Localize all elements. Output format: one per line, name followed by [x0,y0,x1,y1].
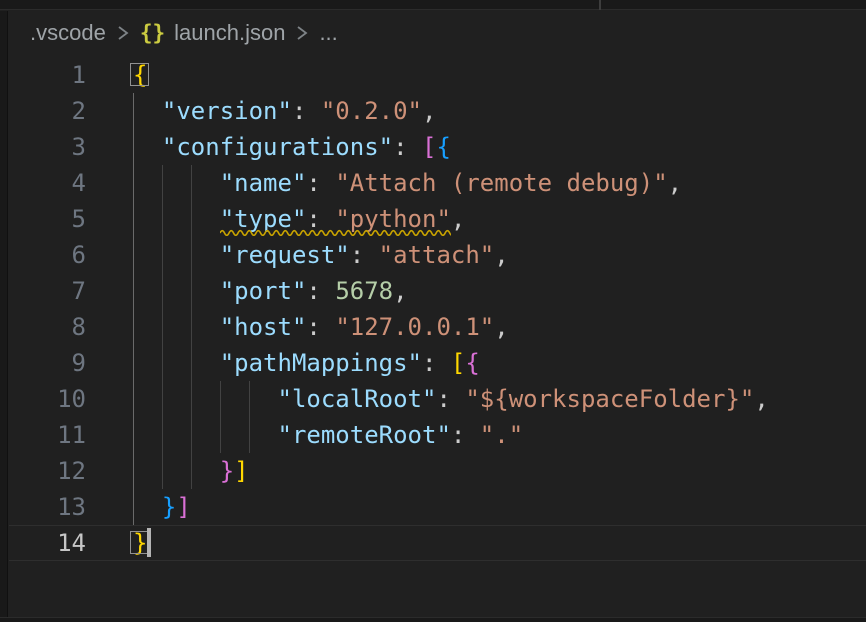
indent-guide [133,345,134,381]
code-text: "name": "Attach (remote debug)", [133,169,682,197]
code-line-7[interactable]: 7 "port": 5678, [9,273,866,309]
code-line-4[interactable]: 4 "name": "Attach (remote debug)", [9,165,866,201]
code-line-6[interactable]: 6 "request": "attach", [9,237,866,273]
indent-guide [162,237,163,273]
code-line-1[interactable]: 1{ [9,57,866,93]
panel-border [0,617,866,622]
code-text: "version": "0.2.0", [133,97,436,125]
indent-guide [191,309,192,345]
line-number: 5 [9,201,86,237]
indent-guide [133,93,134,129]
bracket-match-highlight: } [133,529,147,557]
indent-guide [133,201,134,237]
editor-area: .vscode {} launch.json ... 1{2 "version"… [9,11,866,617]
indent-guide [191,201,192,237]
indent-guide [133,417,134,453]
indent-guide [162,201,163,237]
breadcrumb-item-symbol-more[interactable]: ... [319,20,337,46]
indent-guide [133,129,134,165]
indent-guide [133,273,134,309]
indent-guide [133,165,134,201]
code-line-9[interactable]: 9 "pathMappings": [{ [9,345,866,381]
indent-guide [191,417,192,453]
chevron-right-icon [115,24,131,42]
indent-guide [191,345,192,381]
line-number: 12 [9,453,86,489]
indent-guide [162,345,163,381]
code-text: "request": "attach", [133,241,509,269]
code-text: }] [133,493,191,521]
bracket-match-highlight: { [133,61,147,89]
indent-guide [162,417,163,453]
breadcrumb-item-folder[interactable]: .vscode [30,20,106,46]
indent-guide [162,309,163,345]
line-number: 4 [9,165,86,201]
indent-guide [191,381,192,417]
code-text: { [133,61,147,89]
code-text: "pathMappings": [{ [133,349,480,377]
code-line-11[interactable]: 11 "remoteRoot": "." [9,417,866,453]
indent-guide [220,381,221,417]
indent-guide [162,165,163,201]
line-number: 9 [9,345,86,381]
code-text: "port": 5678, [133,277,408,305]
line-number: 3 [9,129,86,165]
chevron-right-icon [294,24,310,42]
code-text: } [133,529,147,557]
line-number: 11 [9,417,86,453]
line-number: 6 [9,237,86,273]
breadcrumb: .vscode {} launch.json ... [9,11,866,55]
code-line-2[interactable]: 2 "version": "0.2.0", [9,93,866,129]
line-number: 2 [9,93,86,129]
indent-guide [133,489,134,525]
vscode-window: .vscode {} launch.json ... 1{2 "version"… [0,0,866,622]
tab-divider [599,0,601,10]
code-line-3[interactable]: 3 "configurations": [{ [9,129,866,165]
indent-guide [133,309,134,345]
indent-guide [133,453,134,489]
indent-guide [133,237,134,273]
text-cursor [147,528,151,557]
code-line-10[interactable]: 10 "localRoot": "${workspaceFolder}", [9,381,866,417]
indent-guide [133,381,134,417]
json-file-icon: {} [140,21,165,45]
code-line-12[interactable]: 12 }] [9,453,866,489]
line-number: 13 [9,489,86,525]
line-number: 8 [9,309,86,345]
code-text: "localRoot": "${workspaceFolder}", [133,385,769,413]
line-number: 14 [9,525,86,561]
line-number: 7 [9,273,86,309]
line-number: 1 [9,57,86,93]
breadcrumb-item-file[interactable]: launch.json [174,20,285,46]
indent-guide [191,273,192,309]
indent-guide [191,453,192,489]
warning-squiggle [220,228,451,236]
tab-bar[interactable] [0,0,866,10]
indent-guide [191,237,192,273]
code-line-14[interactable]: 14} [9,525,866,561]
line-number: 10 [9,381,86,417]
code-text: "host": "127.0.0.1", [133,313,509,341]
indent-guide [249,381,250,417]
indent-guide [162,453,163,489]
indent-guide [220,417,221,453]
code-text: "configurations": [{ [133,133,451,161]
sidebar-edge [0,11,8,617]
code-line-13[interactable]: 13 }] [9,489,866,525]
indent-guide [162,381,163,417]
code-editor[interactable]: 1{2 "version": "0.2.0",3 "configurations… [9,55,866,561]
code-line-8[interactable]: 8 "host": "127.0.0.1", [9,309,866,345]
indent-guide [191,165,192,201]
code-line-5[interactable]: 5 "type": "python", [9,201,866,237]
indent-guide [162,273,163,309]
indent-guide [249,417,250,453]
